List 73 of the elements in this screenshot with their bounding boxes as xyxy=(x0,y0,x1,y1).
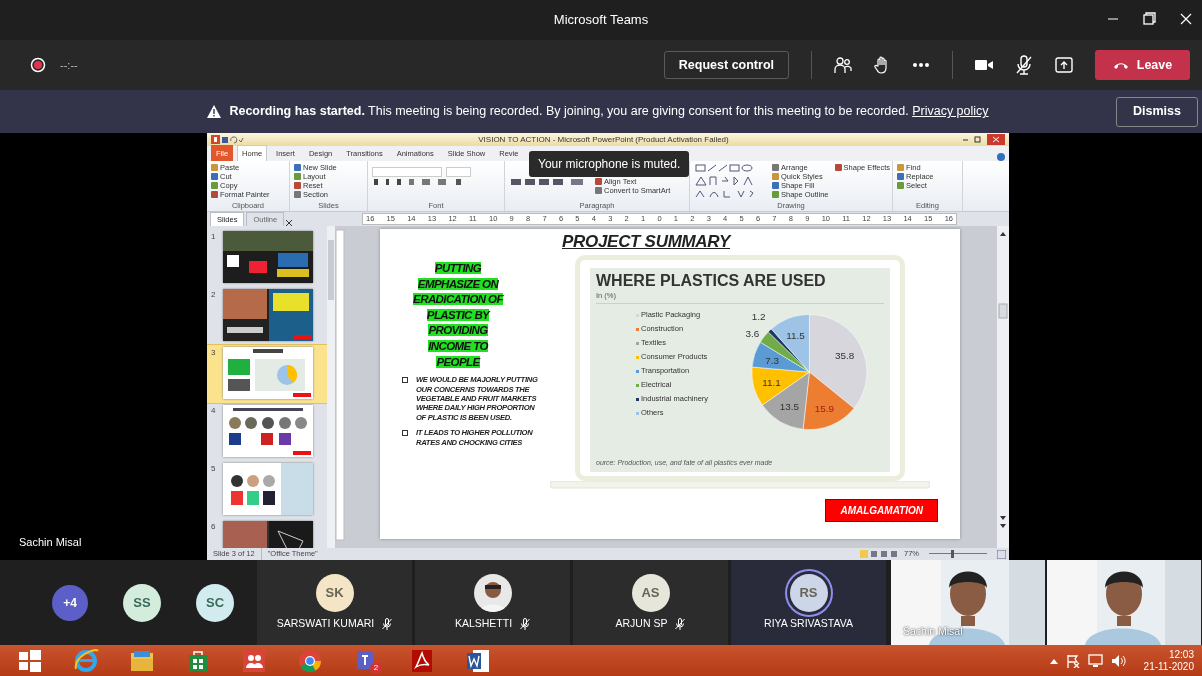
participant-avatar[interactable]: SS xyxy=(123,583,161,622)
close-icon[interactable] xyxy=(286,220,293,226)
window-title: VISION TO ACTION - Microsoft PowerPoint (Product Activation Failed) xyxy=(477,133,730,146)
slide-number: 1 xyxy=(211,231,217,243)
mic-off-icon[interactable] xyxy=(1015,55,1033,75)
data-label: 35.8 xyxy=(835,350,855,362)
slide-thumbnail[interactable]: 6 xyxy=(207,519,327,548)
font-size-field[interactable] xyxy=(446,167,471,177)
privacy-policy-link[interactable]: Privacy policy xyxy=(912,104,989,119)
share-screen-icon[interactable] xyxy=(1055,57,1073,73)
browser-icon[interactable] xyxy=(73,646,99,675)
font-name-field[interactable] xyxy=(372,167,442,177)
slider-thumb[interactable] xyxy=(951,550,954,558)
fit-slide-icon[interactable] xyxy=(997,549,1006,559)
slide-number: 4 xyxy=(211,405,217,417)
slide-number: 2 xyxy=(211,289,217,301)
slide-thumbnail[interactable]: 3 xyxy=(207,345,327,403)
warning-icon xyxy=(207,105,222,118)
restore-icon[interactable] xyxy=(1143,12,1156,25)
notification-badge: 2 xyxy=(370,661,382,674)
participant-avatar: AS xyxy=(631,573,670,612)
presenter-name: Sachin Misal xyxy=(19,534,82,550)
data-label: 13.5 xyxy=(780,400,800,412)
microphone-muted-tooltip: Your microphone is muted. xyxy=(529,151,690,177)
bullet-icon xyxy=(402,377,408,384)
powerpoint-icon xyxy=(211,135,220,144)
scrollbar[interactable] xyxy=(997,226,1009,548)
show-hidden-icons[interactable] xyxy=(1049,657,1058,664)
data-label: 15.9 xyxy=(814,403,835,415)
participant-avatar[interactable]: SC xyxy=(196,583,234,622)
data-label: 3.6 xyxy=(745,328,760,340)
slide-thumbnail[interactable]: 2 xyxy=(207,287,327,345)
data-label: 1.2 xyxy=(752,311,766,323)
slide-thumbnail[interactable]: 1 xyxy=(207,229,327,287)
phone-icon xyxy=(1112,61,1129,69)
leave-button[interactable]: Leave xyxy=(1095,50,1190,80)
raise-hand-icon[interactable] xyxy=(874,56,890,74)
more-options-icon[interactable] xyxy=(912,62,930,68)
data-label: 11.5 xyxy=(786,330,805,342)
view-buttons-icon[interactable] xyxy=(860,550,900,558)
slide-number: 6 xyxy=(211,521,217,533)
amalgamation-label: AMALGAMATION xyxy=(825,499,938,522)
dismiss-button[interactable]: Dismiss xyxy=(1116,96,1198,127)
scrollbar[interactable] xyxy=(327,226,335,548)
participant-avatar: SK xyxy=(315,573,354,612)
clock-time[interactable]: 12:03 xyxy=(1168,648,1194,661)
volume-icon[interactable] xyxy=(1110,653,1126,668)
slide-thumbnail[interactable]: 4 xyxy=(207,403,327,461)
participant-name: KALSHETTI xyxy=(454,615,513,631)
participants-icon[interactable] xyxy=(834,56,852,74)
participant-name: SARSWATI KUMARI xyxy=(276,615,375,631)
more-participants-button[interactable]: +4 xyxy=(52,584,88,621)
recording-notice: Recording has started. This meeting is being recorded. By joining, you are giving consent for this meeting to be recorded. Privacy policy xyxy=(229,103,989,121)
window-title: Microsoft Teams xyxy=(553,11,649,30)
network-icon[interactable] xyxy=(1087,653,1103,668)
data-label: 7.3 xyxy=(765,355,780,367)
clock-date[interactable]: 21-11-2020 xyxy=(1143,660,1194,673)
tool-icon xyxy=(834,164,842,171)
camera-icon[interactable] xyxy=(975,59,993,71)
window-controls-icon[interactable] xyxy=(961,134,1005,145)
bullet-icon xyxy=(402,430,408,437)
chart-title: WHERE PLASTICS ARE USED xyxy=(596,272,827,290)
slide-number: 3 xyxy=(211,347,217,359)
participant-name: RIYA SRIVASTAVA xyxy=(764,615,853,631)
help-icon[interactable] xyxy=(997,153,1005,161)
slide-title: PROJECT SUMMARY xyxy=(562,231,731,253)
data-label: 11.1 xyxy=(762,377,782,389)
slide-number: 5 xyxy=(211,463,217,475)
call-timer: --:-- xyxy=(60,57,78,73)
quick-access-icon[interactable] xyxy=(220,135,246,144)
request-control-button[interactable]: Request control xyxy=(663,50,789,80)
participant-name: ARJUN SP xyxy=(615,615,668,631)
slide-thumbnail[interactable]: 5 xyxy=(207,461,327,519)
